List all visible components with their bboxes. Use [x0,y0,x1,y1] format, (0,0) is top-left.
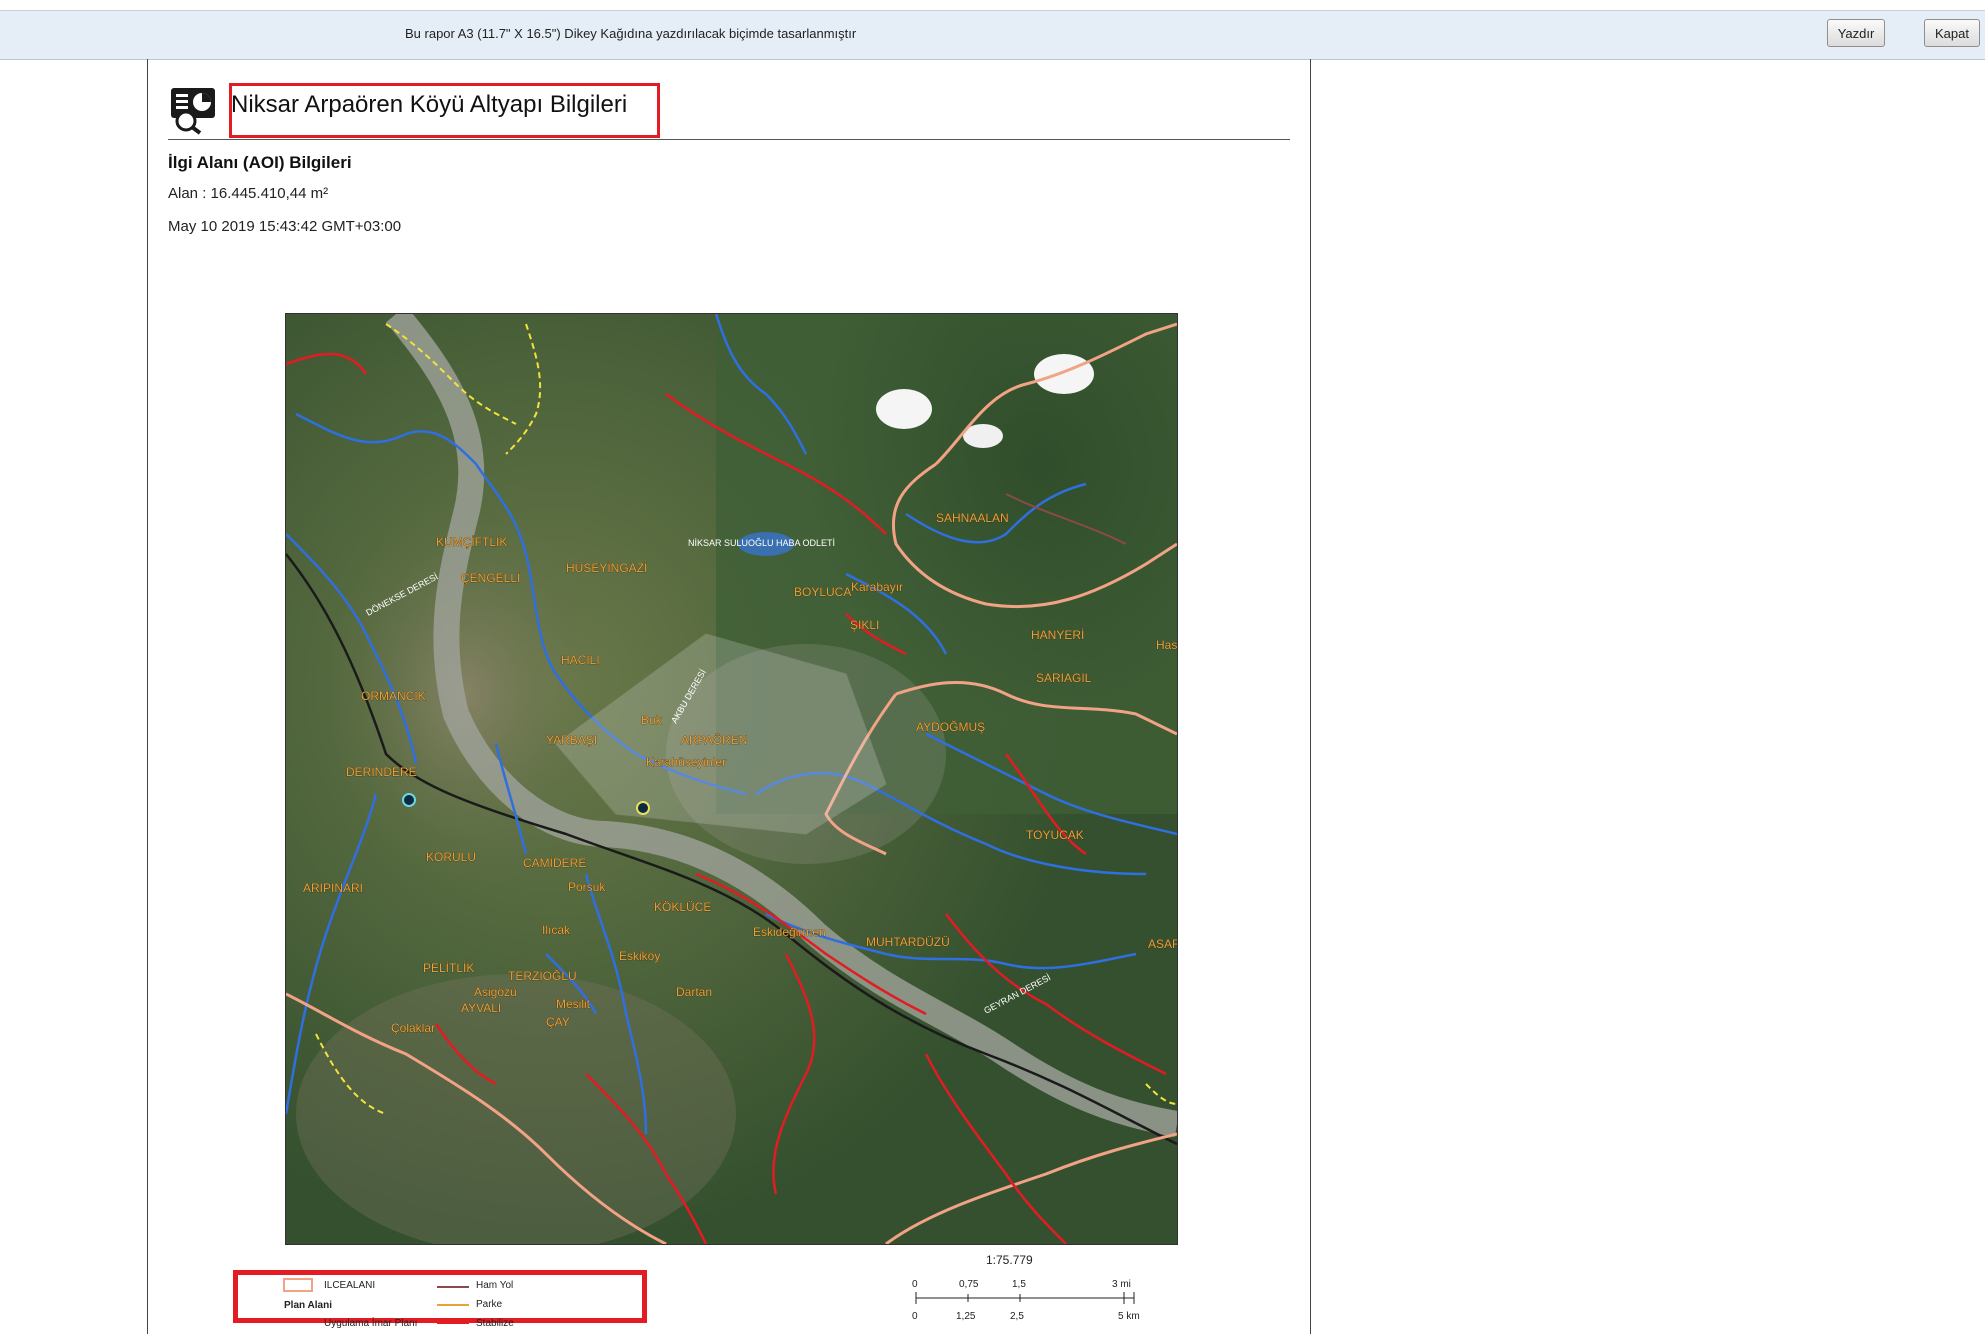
map-label: KÖKLÜCE [654,900,711,914]
map-label: Karahüseyinler [646,755,726,769]
map-label: CAMİDERE [523,856,586,870]
report-title: Niksar Arpaören Köyü Altyapı Bilgileri [231,91,628,118]
map-label: Karabayır [851,580,903,594]
report-page: Niksar Arpaören Köyü Altyapı Bilgileri İ… [147,59,1311,1334]
print-format-info: Bu rapor A3 (11.7" X 16.5") Dikey Kağıdı… [405,26,857,41]
map-label: ORMANCIK [361,689,426,703]
map-label: ŞIKLI [850,618,879,632]
map-label: HÜSEYİNGAZİ [566,561,647,575]
map-label: Asigözü [474,985,517,999]
legend-stabilize: Stabilize [476,1318,514,1329]
map-label: Buk [641,713,663,727]
map-label: Dartan [676,985,712,999]
title-divider [168,139,1290,140]
map-label: BOYLUCA [794,585,851,599]
map-label: KORULU [426,850,476,864]
map-label: ÇAY [546,1015,570,1029]
legend-ham: Ham Yol [476,1280,514,1291]
ham-swatch [437,1286,469,1288]
scale-km-label: 1,25 [956,1311,976,1322]
map-label: TOYUCAK [1026,828,1084,842]
scale-ratio: 1:75.779 [986,1253,1033,1267]
map-label: HANYERİ [1031,628,1084,642]
print-toolbar: Bu rapor A3 (11.7" X 16.5") Dikey Kağıdı… [0,10,1985,60]
map-label: Çolaklar [391,1021,435,1035]
map-label: YARBAŞI [546,733,597,747]
close-button[interactable]: Kapat [1924,19,1980,47]
report-timestamp: May 10 2019 15:43:42 GMT+03:00 [168,218,402,235]
legend-imar: Uygulama İmar Planı [324,1318,418,1329]
report-icon [171,88,215,135]
map-label: Has [1156,638,1177,652]
map-label: KUMÇİFTLİK [436,535,507,549]
scale-mi-label: 0,75 [959,1279,979,1290]
legend-plan: Plan Alani [284,1300,332,1311]
map-label: Eskiköy [619,949,660,963]
map-label: ARPAÖREN [681,733,747,747]
map-label: ASAR [1148,937,1177,951]
map-label: MUHTARDÜZÜ [866,935,950,949]
scale-mi-label: 3 mi [1112,1279,1131,1290]
scale-km-label: 2,5 [1010,1311,1024,1322]
parke-swatch [437,1304,469,1306]
scale-km-label: 5 km [1118,1311,1140,1322]
scale-mi-label: 1,5 [1012,1279,1026,1290]
map-label: AYVALI [461,1001,501,1015]
map-label: Mesilit [556,997,591,1011]
print-button[interactable]: Yazdır [1827,19,1885,47]
legend-parke: Parke [476,1299,503,1310]
map-label: PELİTLİK [423,961,474,975]
map-canvas: KUMÇİFTLİK HÜSEYİNGAZİ ÇENGELLİ NİKSAR S… [286,314,1177,1244]
map-label: AYDOĞMUŞ [916,719,985,734]
map-label: ARIPINARI [303,881,363,895]
area-value: Alan : 16.445.410,44 m² [168,185,329,202]
scale-bar: 0 0,75 1,5 3 mi 0 1,25 2,5 5 km [912,1279,1140,1322]
map-label: SARIAGIL [1036,671,1092,685]
scale-km-label: 0 [912,1311,918,1322]
map-label: Eskideğirmen [753,925,826,939]
map-label: Porsuk [568,880,606,894]
map-label: TERZİOĞLU [508,968,577,983]
stabilize-swatch [437,1322,469,1324]
map-label: DERİNDERE [346,765,417,779]
map-label: NİKSAR SULUOĞLU HABA ODLETİ [688,538,835,548]
aoi-heading: İlgi Alanı (AOI) Bilgileri [168,153,352,172]
legend-ilce: ILCEALANI [324,1280,376,1291]
ilce-swatch [283,1278,313,1292]
map-image[interactable]: KUMÇİFTLİK HÜSEYİNGAZİ ÇENGELLİ NİKSAR S… [285,313,1178,1245]
map-label: SAHNAALAN [936,511,1009,525]
scale-mi-label: 0 [912,1279,918,1290]
map-label: HACILI [561,653,600,667]
map-label: Ilıcak [542,923,571,937]
map-label: ÇENGELLİ [461,571,520,585]
